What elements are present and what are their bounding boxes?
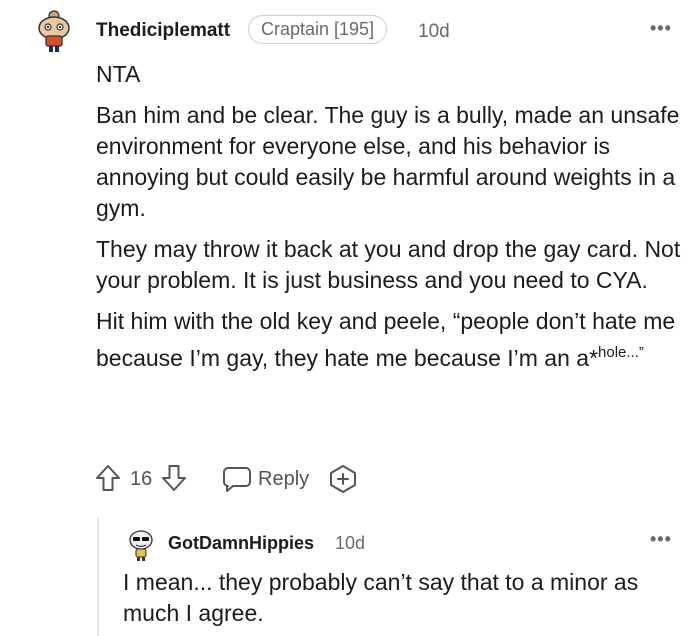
downvote-button[interactable] <box>160 463 188 493</box>
reply-label: Reply <box>258 467 310 490</box>
thread-line[interactable] <box>97 518 99 636</box>
user-flair: Craptain [195] <box>248 15 388 44</box>
reply-more-options-icon[interactable]: ••• <box>650 529 672 550</box>
reply-body: I mean... they probably can’t say that t… <box>123 569 639 626</box>
comment-body: NTA Ban him and be clear. The guy is a b… <box>96 59 686 384</box>
award-button[interactable] <box>327 463 359 495</box>
comment-age: 10d <box>418 21 450 42</box>
downvote-arrow-icon <box>162 465 186 491</box>
avatar[interactable] <box>34 8 74 54</box>
avatar-icon <box>38 10 70 52</box>
comment-paragraph: They may throw it back at you and drop t… <box>96 236 681 293</box>
reply-username[interactable]: GotDamnHippies <box>168 533 314 554</box>
reply-button[interactable]: Reply <box>222 464 309 494</box>
comment-paragraph-last: Hit him with the old key and peele, “peo… <box>96 306 686 374</box>
reply-age: 10d <box>335 533 366 553</box>
vote-count: 16 <box>130 468 153 490</box>
comment-paragraph-text: Hit him with the old key and peele, “peo… <box>96 308 676 371</box>
comment-paragraph: Ban him and be clear. The guy is a bully… <box>96 102 680 221</box>
upvote-button[interactable] <box>94 463 122 493</box>
comment-username[interactable]: Thediciplematt <box>96 20 230 42</box>
upvote-arrow-icon <box>96 465 120 491</box>
more-options-icon[interactable]: ••• <box>650 18 672 39</box>
superscript-text: hole...” <box>598 344 644 361</box>
reply-avatar[interactable] <box>126 528 156 562</box>
comment-title-line: NTA <box>96 61 141 87</box>
award-plus-icon <box>330 465 356 493</box>
speech-bubble-icon <box>223 467 251 492</box>
avatar-icon <box>129 530 153 561</box>
